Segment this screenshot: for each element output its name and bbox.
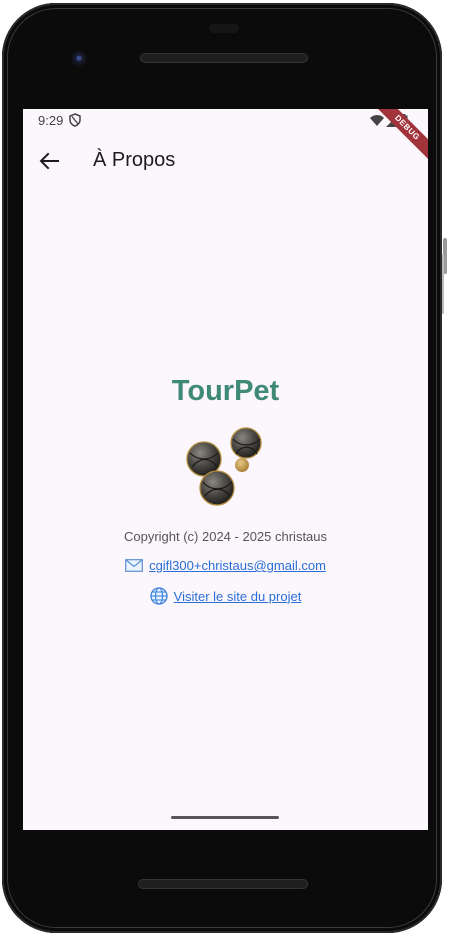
top-speaker (140, 53, 308, 63)
envelope-icon (125, 559, 143, 572)
globe-icon (150, 587, 168, 605)
screen: 9:29 DEBUG À Propos TourPet Copyright (c… (23, 109, 428, 830)
earpiece-slot (209, 24, 239, 33)
shield-icon (69, 113, 81, 127)
email-link[interactable]: cgifl300+christaus@gmail.com (149, 558, 326, 573)
app-name: TourPet (171, 375, 280, 407)
wifi-icon (370, 114, 384, 126)
status-time: 9:29 (38, 113, 64, 128)
bottom-speaker (138, 879, 308, 889)
app-bar: À Propos (23, 133, 428, 189)
page-title: À Propos (93, 149, 176, 171)
website-row: Visiter le site du projet (23, 587, 428, 605)
phone-frame: 9:29 DEBUG À Propos TourPet Copyright (c… (2, 3, 442, 933)
arrow-back-icon (39, 152, 59, 170)
email-row: cgifl300+christaus@gmail.com (23, 558, 428, 573)
home-indicator[interactable] (171, 816, 279, 819)
petanque-balls-icon (185, 427, 262, 506)
front-camera (71, 51, 87, 67)
copyright-text: Copyright (c) 2024 - 2025 christaus (123, 529, 328, 544)
website-link[interactable]: Visiter le site du projet (174, 589, 302, 604)
status-bar: 9:29 DEBUG (23, 109, 428, 164)
side-button (442, 254, 444, 314)
back-button[interactable] (33, 145, 65, 177)
about-content: TourPet Copyright (c) 2024 - 2025 christ… (23, 371, 428, 605)
